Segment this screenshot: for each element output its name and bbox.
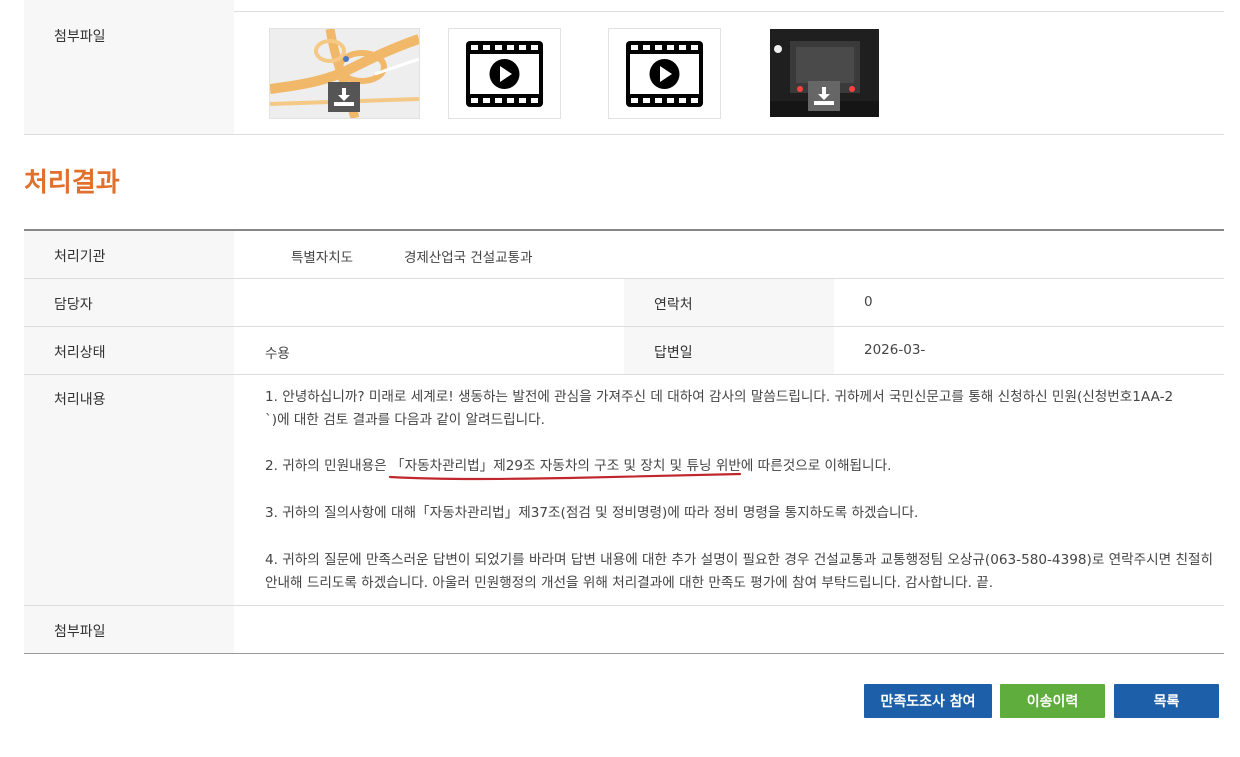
content-paragraph-3: 3. 귀하의 질의사항에 대해「자동차관리법」제37조(점검 및 정비명령)에 … xyxy=(265,505,919,521)
top-attachment-label: 첨부파일 xyxy=(54,29,106,45)
content-paragraph-2-prefix: 2. 귀하의 민원내용은 xyxy=(265,458,391,474)
table-bottom-border xyxy=(24,653,1224,654)
video-play-icon xyxy=(626,41,703,107)
agency-value-department: 경제산업국 건설교통과 xyxy=(404,250,533,266)
content-label: 처리내용 xyxy=(54,392,106,408)
row-divider xyxy=(24,326,1224,327)
content-paragraph-1-line-1: 1. 안녕하십니까? 미래로 세계로! 생동하는 발전에 관심을 가져주신 데 … xyxy=(265,389,1174,405)
result-attachment-label: 첨부파일 xyxy=(54,624,106,640)
content-paragraph-4-line-2: 안내해 드리도록 하겠습니다. 아울러 민원행정의 개선을 위해 처리결과에 대… xyxy=(265,575,994,591)
content-paragraph-2-suffix: 에 따른것으로 이해됩니다. xyxy=(740,458,892,474)
contact-value: 0 xyxy=(864,294,873,310)
list-button[interactable]: 목록 xyxy=(1114,684,1219,718)
video-play-icon xyxy=(466,41,543,107)
download-icon[interactable] xyxy=(328,82,360,112)
manager-label: 담당자 xyxy=(54,297,93,313)
attachment-video-thumbnail-2[interactable] xyxy=(608,28,721,119)
attachment-label-cell xyxy=(24,0,234,134)
transfer-history-button[interactable]: 이송이력 xyxy=(1000,684,1105,718)
agency-value-province: 특별자치도 xyxy=(291,250,354,266)
survey-button[interactable]: 만족도조사 참여 xyxy=(864,684,992,718)
handdrawn-underline xyxy=(388,472,742,481)
row-divider xyxy=(24,605,1224,606)
contact-label: 연락처 xyxy=(654,297,693,313)
section-title: 처리결과 xyxy=(24,168,120,198)
content-paragraph-1-line-2: `)에 대한 검토 결과를 다음과 같이 알려드립니다. xyxy=(265,412,545,428)
answer-date-value: 2026-03- xyxy=(864,342,926,358)
answer-date-label: 답변일 xyxy=(654,345,693,361)
status-label: 처리상태 xyxy=(54,345,106,361)
attachment-map-thumbnail[interactable] xyxy=(269,28,420,119)
content-paragraph-4-line-1: 4. 귀하의 질문에 만족스러운 답변이 되었기를 바라며 답변 내용에 대한 … xyxy=(265,552,1214,568)
attachment-video-thumbnail-1[interactable] xyxy=(448,28,561,119)
attachment-photo-thumbnail[interactable] xyxy=(770,29,879,117)
attachment-bottom-divider xyxy=(24,134,1224,135)
row-divider xyxy=(24,374,1224,375)
download-icon[interactable] xyxy=(808,81,840,111)
status-value: 수용 xyxy=(265,346,290,362)
top-divider xyxy=(234,11,1224,12)
agency-label: 처리기관 xyxy=(54,249,106,265)
